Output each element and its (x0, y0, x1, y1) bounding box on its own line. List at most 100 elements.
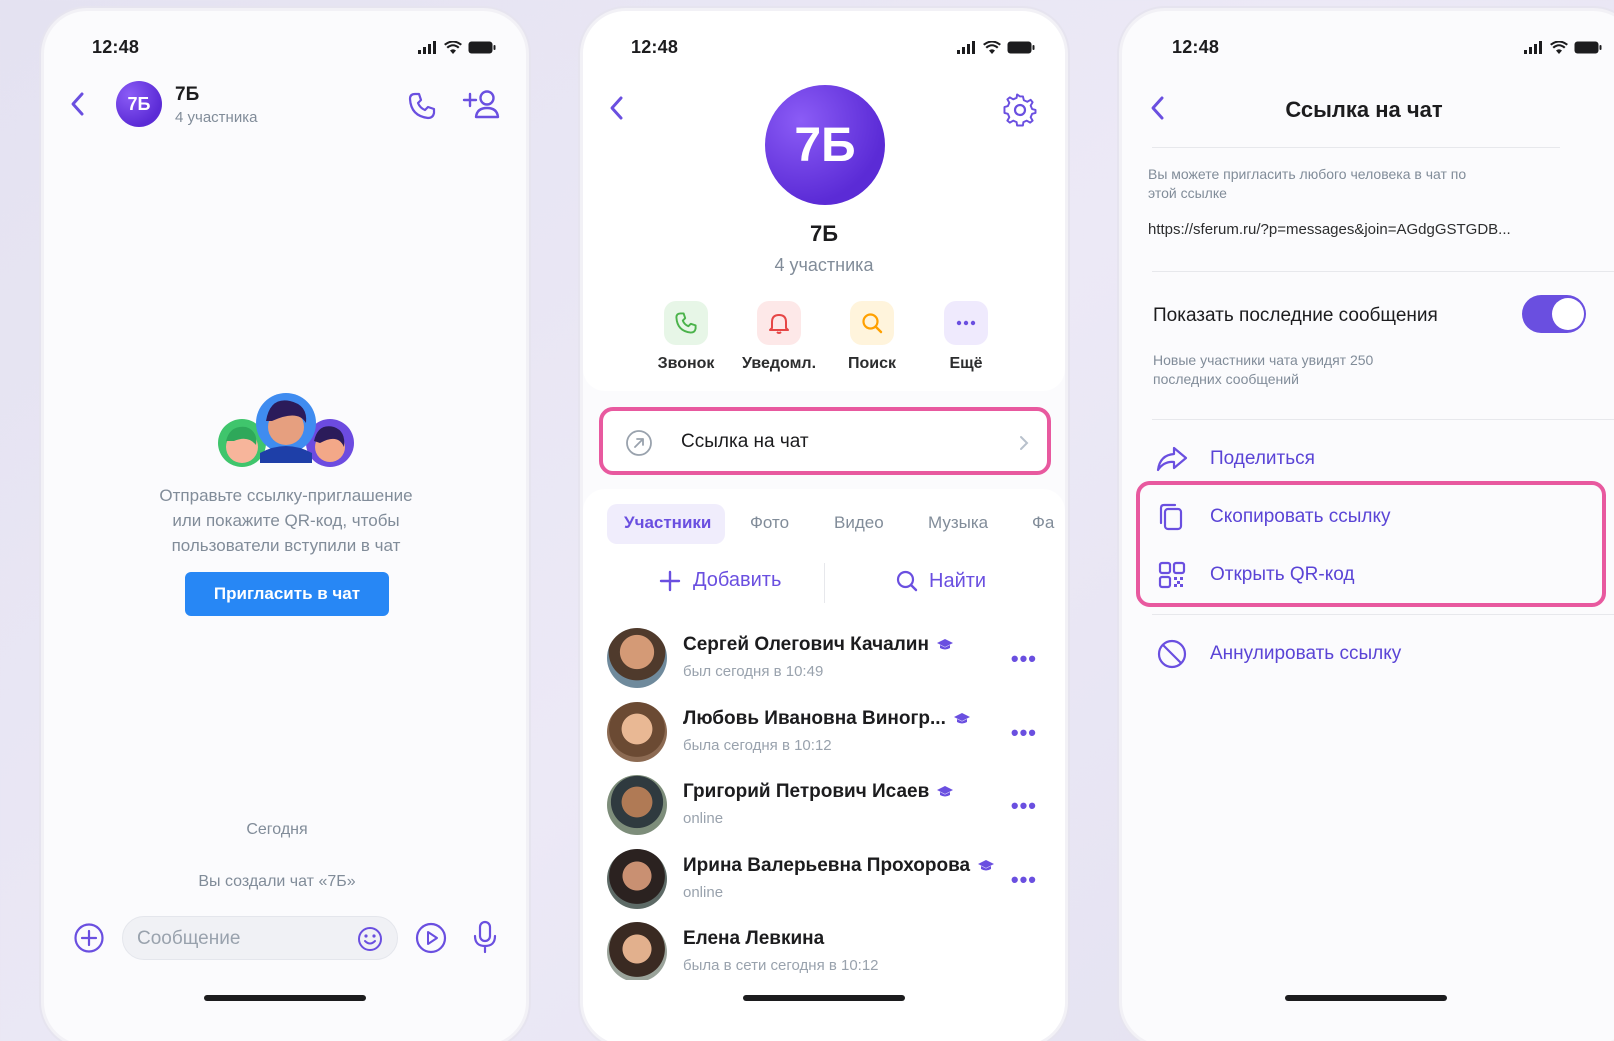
show-history-toggle[interactable] (1522, 295, 1586, 333)
status-icons (418, 41, 496, 54)
empty-state-line: Отправьте ссылку-приглашение (159, 486, 413, 505)
member-name: Григорий Петрович Исаев (683, 781, 930, 802)
tab-files[interactable]: Фа (1032, 513, 1054, 533)
message-input[interactable]: Сообщение (122, 916, 398, 960)
member-more-icon[interactable]: ••• (1011, 793, 1037, 819)
wifi-icon (444, 41, 462, 54)
description-line: этой ссылке (1148, 185, 1227, 201)
home-indicator (204, 995, 366, 1001)
video-message-icon[interactable] (414, 921, 448, 955)
hint-line: последних сообщений (1153, 371, 1299, 387)
chat-title[interactable]: 7Б (175, 84, 199, 106)
status-bar: 12:48 (583, 37, 1065, 59)
member-row[interactable]: Ирина Валерьевна Прохорова online ••• (607, 849, 1047, 913)
empty-state-line: или покажите QR-код, чтобы (172, 511, 400, 530)
status-time: 12:48 (92, 37, 140, 57)
battery-icon (1574, 41, 1602, 54)
member-row[interactable]: Любовь Ивановна Виногр... была сегодня в… (607, 702, 1047, 766)
invite-button[interactable]: Пригласить в чат (185, 572, 389, 616)
bell-icon (757, 301, 801, 345)
member-status: online (683, 884, 724, 901)
copy-icon (1159, 503, 1183, 531)
open-qr-row[interactable]: Открыть QR-код (1156, 555, 1355, 595)
battery-icon (1007, 41, 1035, 54)
toggle-hint: Новые участники чата увидят 250 последни… (1153, 351, 1373, 389)
member-avatar (607, 702, 667, 762)
add-member-label: Добавить (693, 569, 782, 591)
member-more-icon[interactable]: ••• (1011, 867, 1037, 893)
chevron-right-icon (1020, 436, 1029, 450)
divider (824, 563, 825, 603)
revoke-link-row[interactable]: Аннулировать ссылку (1156, 634, 1401, 674)
action-search[interactable]: Поиск (826, 301, 918, 373)
member-status: была сегодня в 10:12 (683, 737, 832, 754)
chat-subtitle: 4 участника (774, 255, 874, 275)
empty-state-text: Отправьте ссылку-приглашение или покажит… (104, 483, 468, 558)
description-line: Вы можете пригласить любого человека в ч… (1148, 166, 1467, 182)
link-arrow-icon (626, 430, 652, 456)
plus-circle-icon[interactable] (73, 922, 105, 954)
member-status: был сегодня в 10:49 (683, 663, 824, 680)
microphone-icon[interactable] (472, 919, 498, 955)
action-call[interactable]: Звонок (640, 301, 732, 373)
teacher-cap-icon (953, 712, 970, 724)
back-icon[interactable] (70, 91, 86, 117)
member-more-icon[interactable]: ••• (1011, 720, 1037, 746)
status-time: 12:48 (631, 37, 679, 57)
chat-avatar-large[interactable]: 7Б (765, 85, 885, 205)
member-row[interactable]: Григорий Петрович Исаев online ••• (607, 775, 1047, 839)
invite-link[interactable]: https://sferum.ru/?p=messages&join=AGdgG… (1148, 221, 1511, 238)
member-row[interactable]: Сергей Олегович Качалин был сегодня в 10… (607, 628, 1047, 692)
member-avatar (607, 849, 667, 909)
settings-gear-icon[interactable] (1003, 93, 1037, 127)
people-illustration (218, 393, 354, 467)
chat-title: 7Б (809, 221, 839, 246)
status-bar: 12:48 (1122, 37, 1614, 59)
tab-videos[interactable]: Видео (834, 513, 884, 533)
divider (1152, 271, 1614, 272)
status-icons (957, 41, 1035, 54)
system-message: Вы создали чат «7Б» (198, 873, 356, 890)
action-label: Поиск (847, 355, 896, 372)
hint-line: Новые участники чата увидят 250 (1153, 352, 1374, 368)
copy-link-label: Скопировать ссылку (1210, 506, 1391, 527)
action-label: Звонок (657, 355, 715, 372)
member-avatar (607, 922, 667, 980)
back-icon[interactable] (609, 95, 625, 121)
member-row-clip: Елена Левкина была в сети сегодня в 10:1… (583, 922, 1065, 980)
teacher-cap-icon (937, 785, 954, 797)
share-row[interactable]: Поделиться (1156, 439, 1315, 479)
share-icon (1156, 446, 1188, 472)
tab-members[interactable]: Участники (624, 513, 711, 533)
block-icon (1157, 639, 1187, 669)
more-icon (944, 301, 988, 345)
chat-link-row[interactable]: Ссылка на чат (599, 407, 1051, 475)
phone-chat-info-screen: 12:48 7Б 7Б 4 участника Звонок Уведомл. … (580, 8, 1068, 1041)
tab-music[interactable]: Музыка (928, 513, 988, 533)
add-member-button[interactable]: Добавить (659, 569, 781, 592)
action-more[interactable]: Ещё (920, 301, 1012, 373)
signal-icon (1524, 41, 1542, 54)
chat-avatar[interactable]: 7Б (116, 81, 162, 127)
find-member-button[interactable]: Найти (895, 569, 986, 593)
find-member-label: Найти (929, 569, 987, 592)
add-user-icon[interactable] (462, 88, 500, 120)
emoji-icon[interactable] (357, 926, 383, 952)
status-time: 12:48 (1172, 37, 1220, 57)
member-avatar (607, 628, 667, 688)
phone-icon[interactable] (407, 91, 437, 121)
teacher-cap-icon (936, 638, 953, 650)
action-notifications[interactable]: Уведомл. (733, 301, 825, 373)
copy-link-row[interactable]: Скопировать ссылку (1156, 497, 1391, 537)
member-status: была в сети сегодня в 10:12 (683, 957, 879, 974)
tab-photos[interactable]: Фото (750, 513, 789, 533)
toggle-label: Показать последние сообщения (1153, 305, 1438, 326)
member-more-icon[interactable]: ••• (1011, 646, 1037, 672)
tabs: Участники Фото Видео Музыка Фа (583, 513, 1065, 537)
page-title: Ссылка на чат (1285, 97, 1443, 122)
member-row[interactable]: Елена Левкина была в сети сегодня в 10:1… (607, 922, 1047, 980)
chat-subtitle: 4 участника (175, 109, 258, 126)
teacher-cap-icon (978, 859, 995, 871)
member-name: Любовь Ивановна Виногр... (683, 708, 946, 729)
link-description: Вы можете пригласить любого человека в ч… (1148, 165, 1466, 203)
